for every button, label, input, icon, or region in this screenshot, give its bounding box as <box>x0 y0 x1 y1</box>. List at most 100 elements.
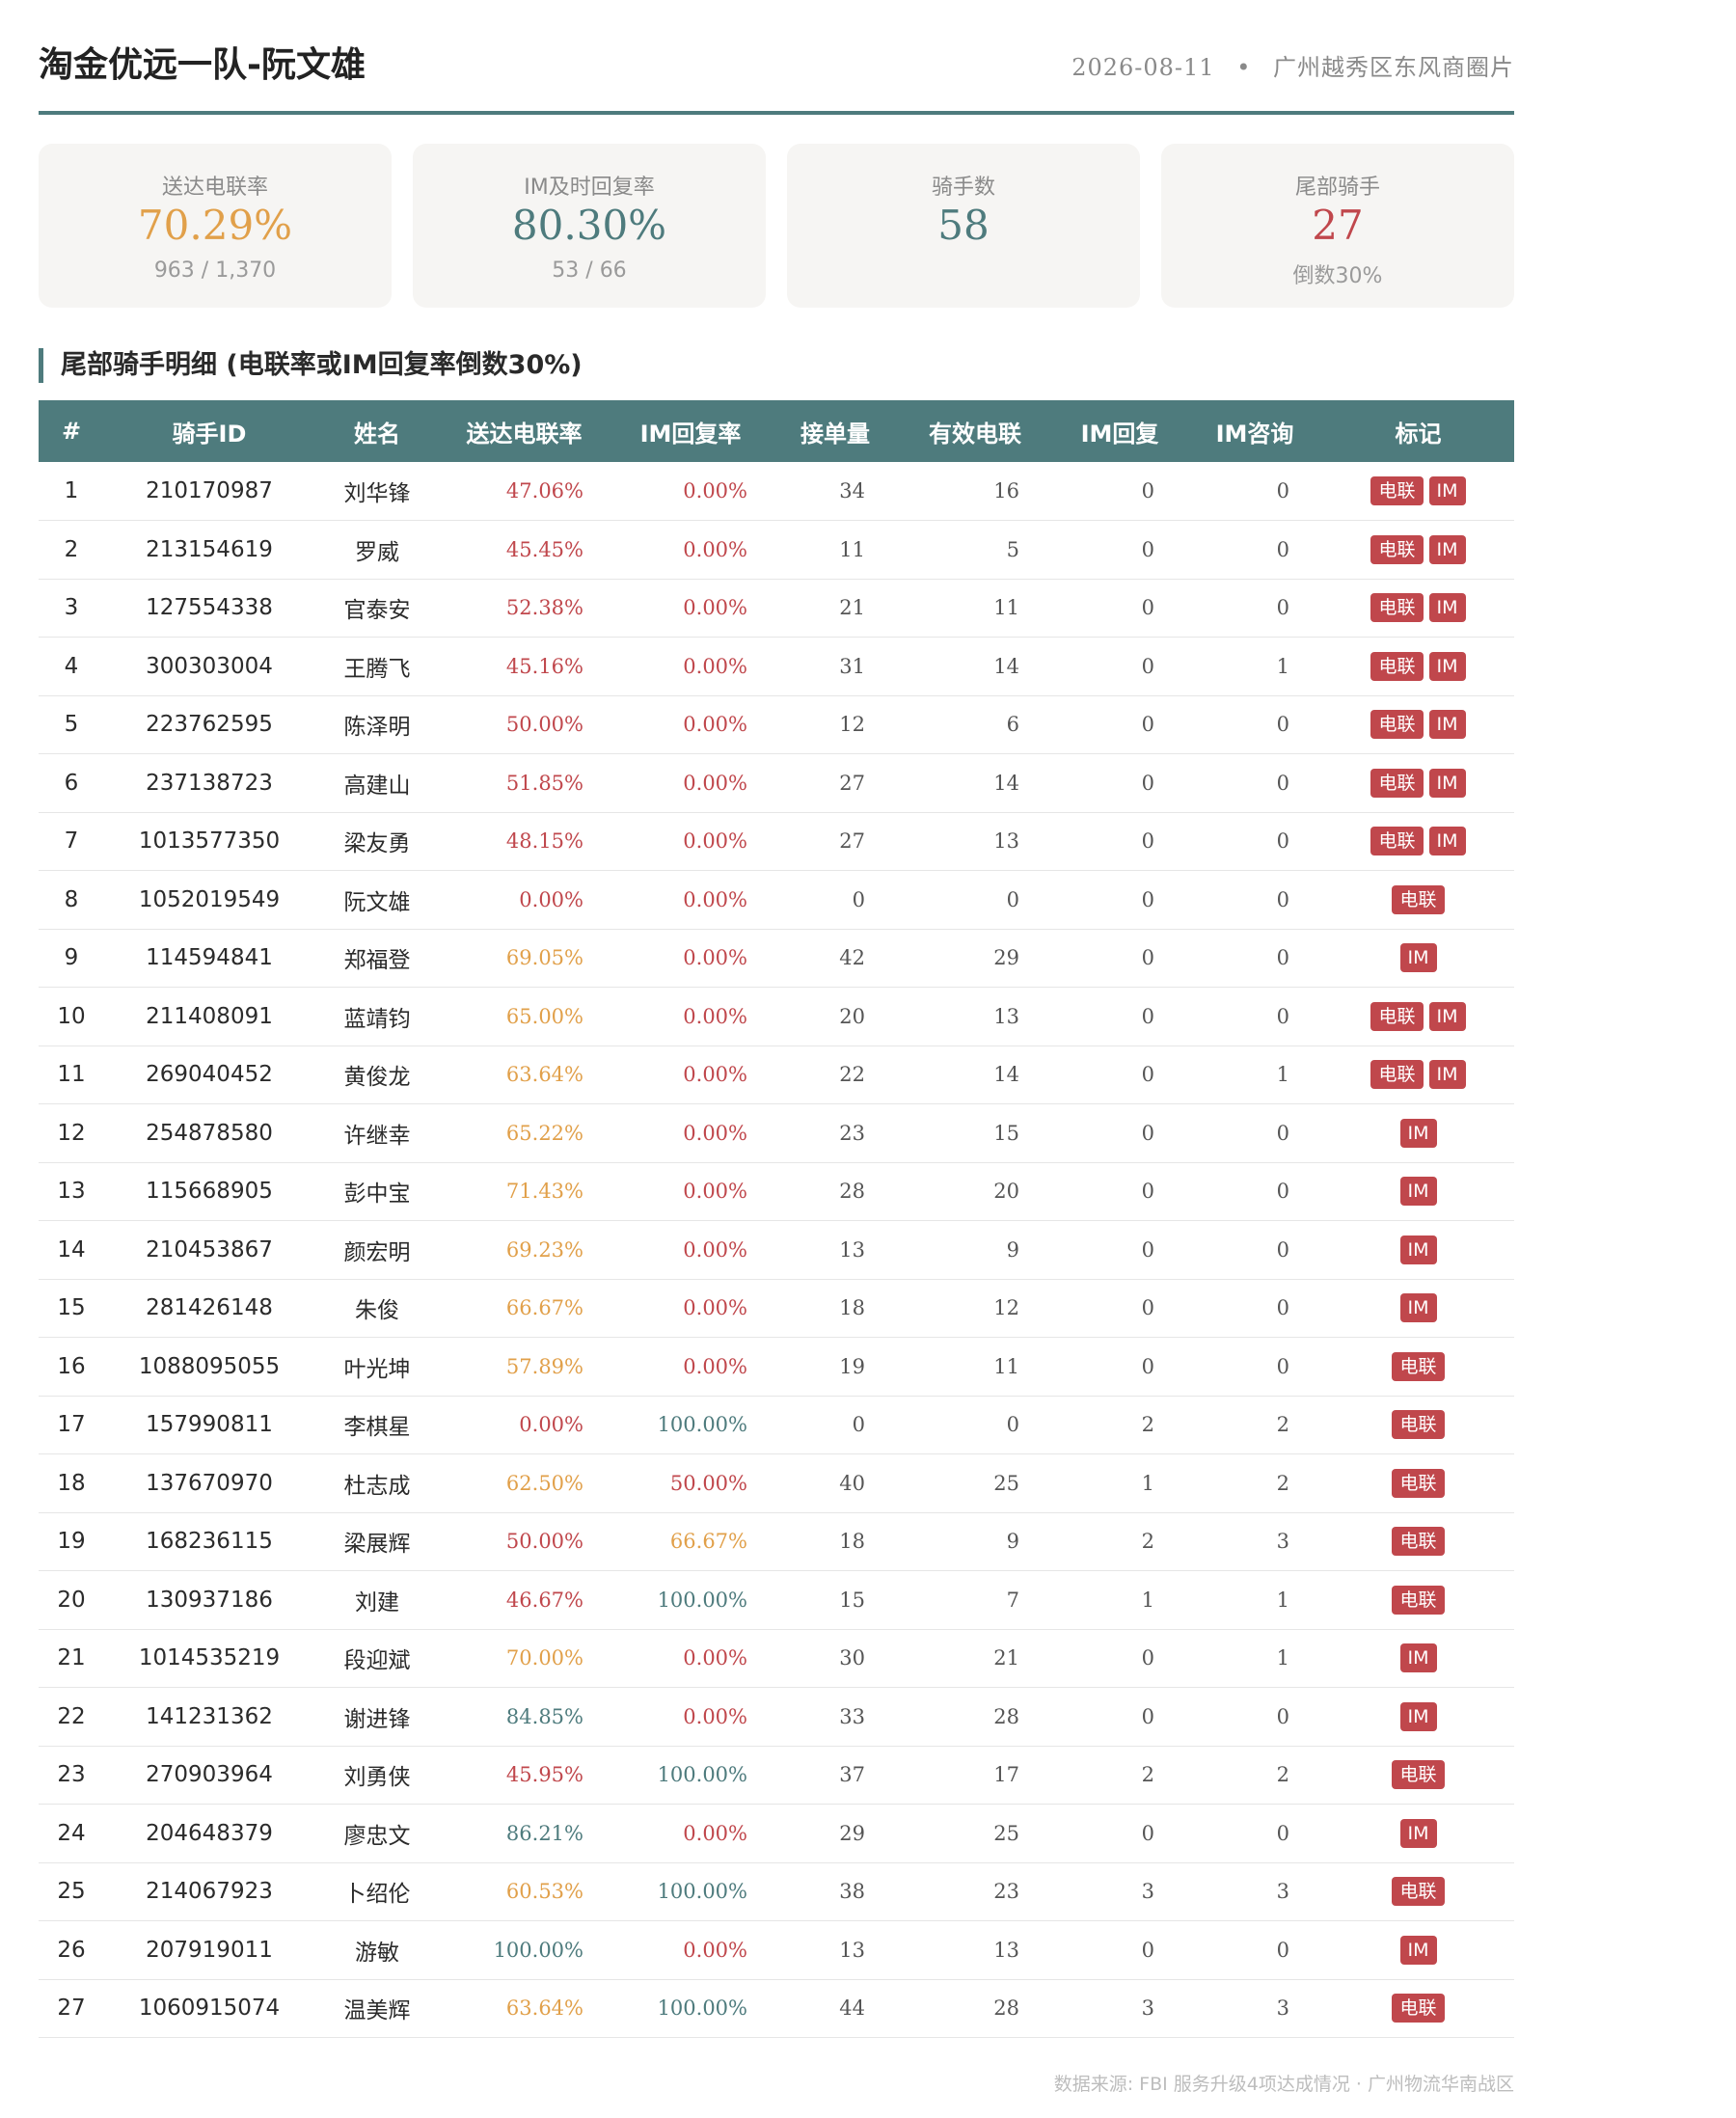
valid-calls: 16 <box>993 479 1019 502</box>
kpi-card-tail-riders: 尾部骑手 27 倒数30% <box>1161 144 1514 308</box>
im-replies: 0 <box>1141 1004 1154 1028</box>
order-count: 0 <box>852 1413 865 1437</box>
flag-badge: IM <box>1428 768 1466 798</box>
im-rate: 0.00% <box>683 1121 747 1145</box>
kpi-sub: 53 / 66 <box>552 258 627 283</box>
im-inquiries: 2 <box>1276 1763 1289 1787</box>
call-rate: 65.00% <box>505 1004 583 1028</box>
im-rate: 0.00% <box>683 1646 747 1670</box>
rider-id: 141231362 <box>146 1703 273 1729</box>
im-replies: 0 <box>1141 1237 1154 1262</box>
data-source-footer: 数据来源: FBI 服务升级4项达成情况 · 广州物流华南战区 <box>1053 2074 1514 2095</box>
report-header: 淘金优远一队-阮文雄 2026-08-11 • 广州越秀区东风商圈片 <box>39 0 1514 115</box>
rider-id: 1052019549 <box>138 886 281 912</box>
table-row: 2 213154619 罗威 45.45% 0.00% 11 5 0 0 电联 IM <box>39 521 1514 579</box>
page-title: 淘金优远一队-阮文雄 <box>39 45 366 85</box>
im-replies: 0 <box>1141 713 1154 737</box>
im-inquiries: 2 <box>1276 1413 1289 1437</box>
im-inquiries: 0 <box>1276 537 1289 561</box>
kpi-value: 27 <box>1312 202 1364 249</box>
order-count: 44 <box>839 1996 865 2021</box>
column-header: 接单量 <box>800 420 870 448</box>
flags: IM <box>1322 1688 1514 1747</box>
table-row: 6 237138723 高建山 51.85% 0.00% 27 14 0 0 电联 IM <box>39 754 1514 813</box>
im-inquiries: 0 <box>1276 1354 1289 1378</box>
rider-name: 廖忠文 <box>343 1823 411 1849</box>
row-index: 11 <box>57 1062 86 1088</box>
row-index: 1 <box>64 478 79 503</box>
rider-id: 300303004 <box>146 653 273 679</box>
im-replies: 3 <box>1141 1880 1154 1904</box>
valid-calls: 21 <box>993 1646 1019 1670</box>
rider-id: 237138723 <box>146 770 273 796</box>
flags: IM <box>1322 1162 1514 1221</box>
order-count: 11 <box>839 537 865 561</box>
row-index: 10 <box>57 1003 86 1029</box>
call-rate: 50.00% <box>505 713 583 737</box>
flag-badge: IM <box>1399 1235 1437 1264</box>
row-index: 15 <box>57 1295 86 1321</box>
flag-badge: 电联 <box>1392 1760 1445 1790</box>
valid-calls: 17 <box>993 1763 1019 1787</box>
order-count: 18 <box>839 1296 865 1320</box>
order-count: 27 <box>839 771 865 795</box>
call-rate: 48.15% <box>505 829 583 854</box>
row-index: 8 <box>64 886 79 912</box>
call-rate: 50.00% <box>505 1530 583 1554</box>
call-rate: 45.16% <box>505 654 583 678</box>
flag-badge: 电联 <box>1392 1468 1445 1498</box>
kpi-label: 骑手数 <box>931 176 995 200</box>
table-row: 24 204648379 廖忠文 86.21% 0.00% 29 25 0 0 IM <box>39 1805 1514 1862</box>
flag-badge: IM <box>1428 476 1466 505</box>
meta-separator: • <box>1236 54 1252 81</box>
rider-name: 阮文雄 <box>343 889 411 915</box>
flags: 电联 IM <box>1322 579 1514 638</box>
im-replies: 0 <box>1141 1063 1154 1087</box>
im-inquiries: 0 <box>1276 1296 1289 1320</box>
order-count: 12 <box>839 713 865 737</box>
valid-calls: 6 <box>1006 713 1019 737</box>
rider-name: 颜宏明 <box>343 1239 411 1265</box>
flag-badge: 电联 <box>1392 884 1445 914</box>
flag-badge: 电联 <box>1370 710 1424 740</box>
rider-id: 1060915074 <box>138 1996 281 2022</box>
im-inquiries: 3 <box>1276 1530 1289 1554</box>
table-row: 8 1052019549 阮文雄 0.00% 0.00% 0 0 0 0 电联 <box>39 871 1514 929</box>
flags: 电联 IM <box>1322 1045 1514 1104</box>
rider-id: 168236115 <box>146 1529 273 1555</box>
im-replies: 0 <box>1141 1938 1154 1962</box>
order-count: 33 <box>839 1704 865 1728</box>
im-rate: 100.00% <box>657 1413 747 1437</box>
im-rate: 100.00% <box>657 1996 747 2021</box>
flag-badge: IM <box>1428 710 1466 740</box>
im-inquiries: 0 <box>1276 596 1289 620</box>
flag-badge: 电联 <box>1392 1994 1445 2023</box>
call-rate: 84.85% <box>505 1704 583 1728</box>
im-rate: 50.00% <box>669 1471 747 1495</box>
valid-calls: 25 <box>993 1471 1019 1495</box>
flag-badge: 电联 <box>1370 768 1424 798</box>
valid-calls: 20 <box>993 1180 1019 1204</box>
flag-badge: 电联 <box>1370 651 1424 681</box>
flags: IM <box>1322 1629 1514 1688</box>
flags: 电联 <box>1322 1454 1514 1513</box>
valid-calls: 13 <box>993 829 1019 854</box>
row-index: 25 <box>57 1879 86 1905</box>
flag-badge: IM <box>1399 1935 1437 1965</box>
rider-id: 211408091 <box>146 1003 273 1029</box>
flags: 电联 <box>1322 1979 1514 2038</box>
flags: IM <box>1322 1279 1514 1338</box>
im-rate: 0.00% <box>683 1063 747 1087</box>
flags: 电联 IM <box>1322 754 1514 813</box>
column-header: 姓名 <box>354 420 400 448</box>
flag-badge: IM <box>1399 1701 1437 1731</box>
rider-id: 223762595 <box>146 712 273 738</box>
kpi-label: 尾部骑手 <box>1294 176 1380 200</box>
flag-badge: IM <box>1399 1177 1437 1207</box>
table-row: 20 130937186 刘建 46.67% 100.00% 15 7 1 1 电联 <box>39 1571 1514 1629</box>
rider-name: 许继幸 <box>343 1123 411 1149</box>
kpi-sub: 963 / 1,370 <box>153 258 277 283</box>
im-replies: 1 <box>1141 1588 1154 1612</box>
table-row: 12 254878580 许继幸 65.22% 0.00% 23 15 0 0 IM <box>39 1104 1514 1162</box>
table-body: 1 210170987 刘华锋 47.06% 0.00% 34 16 0 0 电联 IM 2 21315… <box>39 462 1514 2038</box>
